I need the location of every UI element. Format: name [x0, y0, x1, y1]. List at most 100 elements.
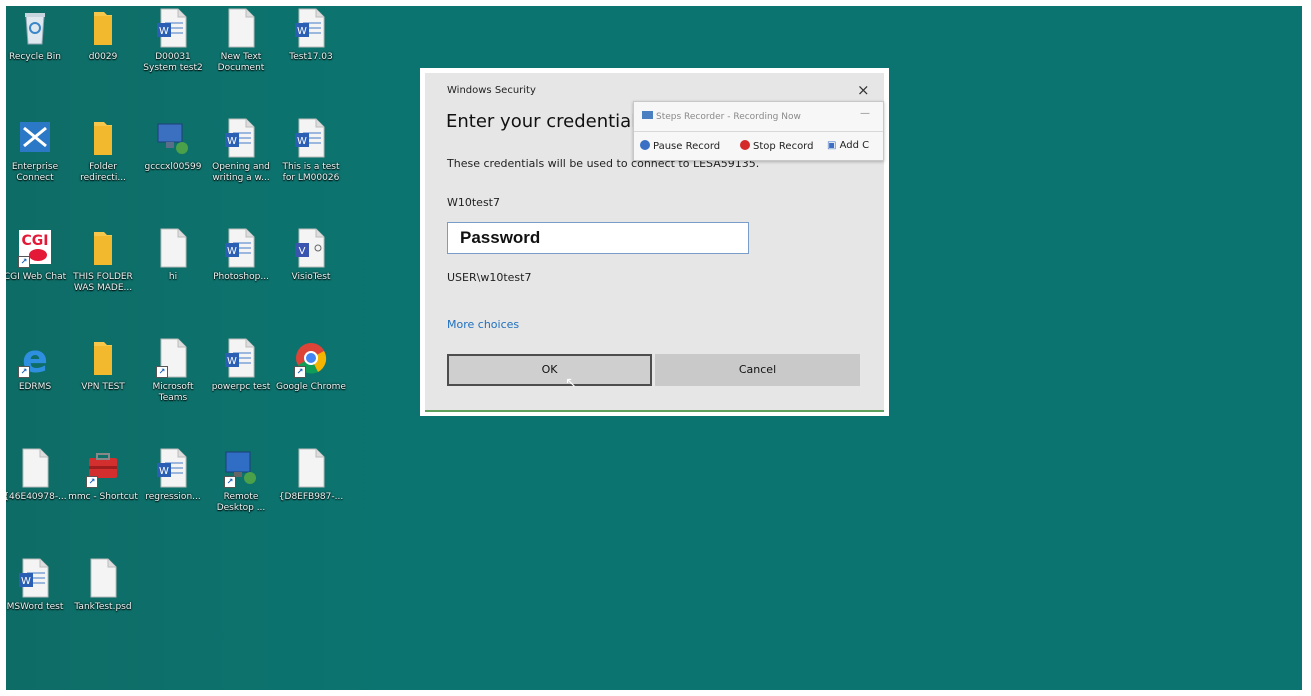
pause-record-button[interactable]: Pause Record [640, 140, 720, 152]
svg-text:CGI: CGI [22, 233, 49, 249]
ok-button[interactable]: OK [447, 354, 652, 386]
text-document-icon: ↗ [156, 338, 190, 378]
desktop-icon[interactable]: ↗ Remote Desktop ... [206, 448, 276, 514]
desktop-icon-label: This is a test for LM00026 [282, 162, 340, 183]
dialog-heading: Enter your credentials [446, 111, 646, 132]
desktop-icon-label: regression... [145, 492, 201, 502]
svg-text:W: W [297, 26, 307, 37]
chrome-icon: ↗ [294, 338, 328, 378]
desktop-icon[interactable]: Wregression... [138, 448, 208, 503]
desktop-icon[interactable]: THIS FOLDER WAS MADE... [68, 228, 138, 294]
desktop-icon[interactable]: {46E40978-... [6, 448, 70, 503]
word-document-icon: W [156, 448, 190, 488]
svg-text:W: W [227, 136, 237, 147]
desktop-icon-label: TankTest.psd [74, 602, 132, 612]
svg-text:W: W [21, 576, 31, 587]
svg-text:V: V [299, 246, 306, 257]
desktop-icon[interactable]: New Text Document [206, 8, 276, 74]
recorder-app-icon [642, 111, 653, 119]
folder-icon [86, 118, 120, 158]
minimize-button[interactable]: — [860, 108, 870, 119]
cancel-button[interactable]: Cancel [655, 354, 860, 386]
shortcut-arrow-icon: ↗ [86, 476, 98, 488]
recorder-title: Steps Recorder - Recording Now [642, 111, 801, 122]
desktop-icon[interactable]: W This is a test for LM00026 [276, 118, 346, 184]
text-document-icon [224, 8, 258, 48]
text-document-icon [86, 558, 120, 598]
desktop-icon[interactable]: ↗ Microsoft Teams [138, 338, 208, 404]
text-document-icon [18, 448, 52, 488]
desktop-icon[interactable]: CGI ↗ CGI Web Chat [6, 228, 70, 283]
shortcut-arrow-icon: ↗ [156, 366, 168, 378]
desktop-icon[interactable]: hi [138, 228, 208, 283]
desktop-icon[interactable]: W D00031 System test2 [138, 8, 208, 74]
desktop-icon[interactable]: VPN TEST [68, 338, 138, 393]
stop-record-button[interactable]: Stop Record [740, 140, 813, 152]
shortcut-arrow-icon: ↗ [224, 476, 236, 488]
dialog-title: Windows Security [447, 85, 536, 96]
desktop-icon-label: Microsoft Teams [152, 382, 194, 403]
recycle-bin-icon [18, 8, 52, 48]
stop-icon [740, 140, 750, 150]
svg-text:W: W [227, 246, 237, 257]
folder-icon [86, 228, 120, 268]
desktop-icon[interactable]: Recycle Bin [6, 8, 70, 63]
desktop-icon[interactable]: V VisioTest [276, 228, 346, 283]
password-placeholder: Password [460, 228, 541, 247]
desktop-icon-label: Google Chrome [276, 382, 346, 392]
svg-text:W: W [227, 356, 237, 367]
desktop-icon[interactable]: Folder redirecti... [68, 118, 138, 184]
word-document-icon: W [294, 8, 328, 48]
recorder-divider [634, 131, 883, 132]
desktop-icon[interactable]: W Test17.03 [276, 8, 346, 63]
word-document-icon: W [224, 338, 258, 378]
recorder-title-text: Steps Recorder - Recording Now [656, 112, 801, 122]
visio-document-icon: V [294, 228, 328, 268]
desktop-icon-label: Photoshop... [213, 272, 269, 282]
desktop-icon-label: {D8EFB987-... [278, 492, 344, 502]
desktop-icon[interactable]: W MSWord test [6, 558, 70, 613]
desktop-icon[interactable]: W Photoshop... [206, 228, 276, 283]
desktop-icon[interactable]: e ↗ EDRMS [6, 337, 70, 393]
desktop-icon[interactable]: d0029 [68, 8, 138, 63]
desktop-icon[interactable]: ↗ mmc - Shortcut [68, 448, 138, 503]
steps-recorder-toolbar: Steps Recorder - Recording Now — Pause R… [633, 101, 884, 161]
add-comment-label: Add C [839, 140, 870, 151]
desktop-icon-label: powerpc test [211, 382, 271, 392]
desktop-icon[interactable]: ↗ Google Chrome [276, 338, 346, 393]
desktop-icon[interactable]: TankTest.psd [68, 558, 138, 613]
folder-icon [86, 338, 120, 378]
desktop-icon[interactable]: Enterprise Connect [6, 118, 70, 184]
desktop-icon-label: D00031 System test2 [143, 52, 203, 73]
desktop-icon-label: Opening and writing a w... [212, 162, 270, 183]
desktop-icon-label: {46E40978-... [6, 492, 67, 502]
desktop-icon-label: gcccxl00599 [144, 162, 202, 172]
cgi-chat-icon: CGI ↗ [18, 228, 52, 268]
desktop-icon[interactable]: gcccxl00599 [138, 118, 208, 173]
internet-explorer-icon: e ↗ [18, 337, 52, 381]
svg-text:W: W [159, 26, 169, 37]
desktop-icon[interactable]: W Opening and writing a w... [206, 118, 276, 184]
pause-icon [640, 140, 650, 150]
desktop-icon-label: Remote Desktop ... [216, 492, 266, 513]
stop-record-label: Stop Record [753, 141, 814, 152]
add-comment-button[interactable]: ▣ Add C [827, 140, 869, 151]
password-input[interactable]: Password [447, 222, 749, 254]
word-document-icon: W [294, 118, 328, 158]
desktop-icon-label: VisioTest [291, 272, 331, 282]
desktop-icon[interactable]: Wpowerpc test [206, 338, 276, 393]
desktop-icon-label: THIS FOLDER WAS MADE... [73, 272, 133, 293]
desktop-icon-label: CGI Web Chat [6, 272, 67, 282]
add-comment-icon: ▣ [827, 140, 837, 151]
word-document-icon: W [224, 118, 258, 158]
text-document-icon [156, 228, 190, 268]
more-choices-link[interactable]: More choices [447, 318, 519, 331]
close-button[interactable]: × [857, 81, 870, 99]
domain-user-label: USER\w10test7 [447, 271, 532, 284]
word-document-icon: W [224, 228, 258, 268]
shortcut-arrow-icon: ↗ [18, 256, 30, 268]
word-document-icon: W [18, 558, 52, 598]
svg-text:W: W [297, 136, 307, 147]
desktop-icon[interactable]: {D8EFB987-... [276, 448, 346, 503]
svg-text:W: W [159, 466, 169, 477]
